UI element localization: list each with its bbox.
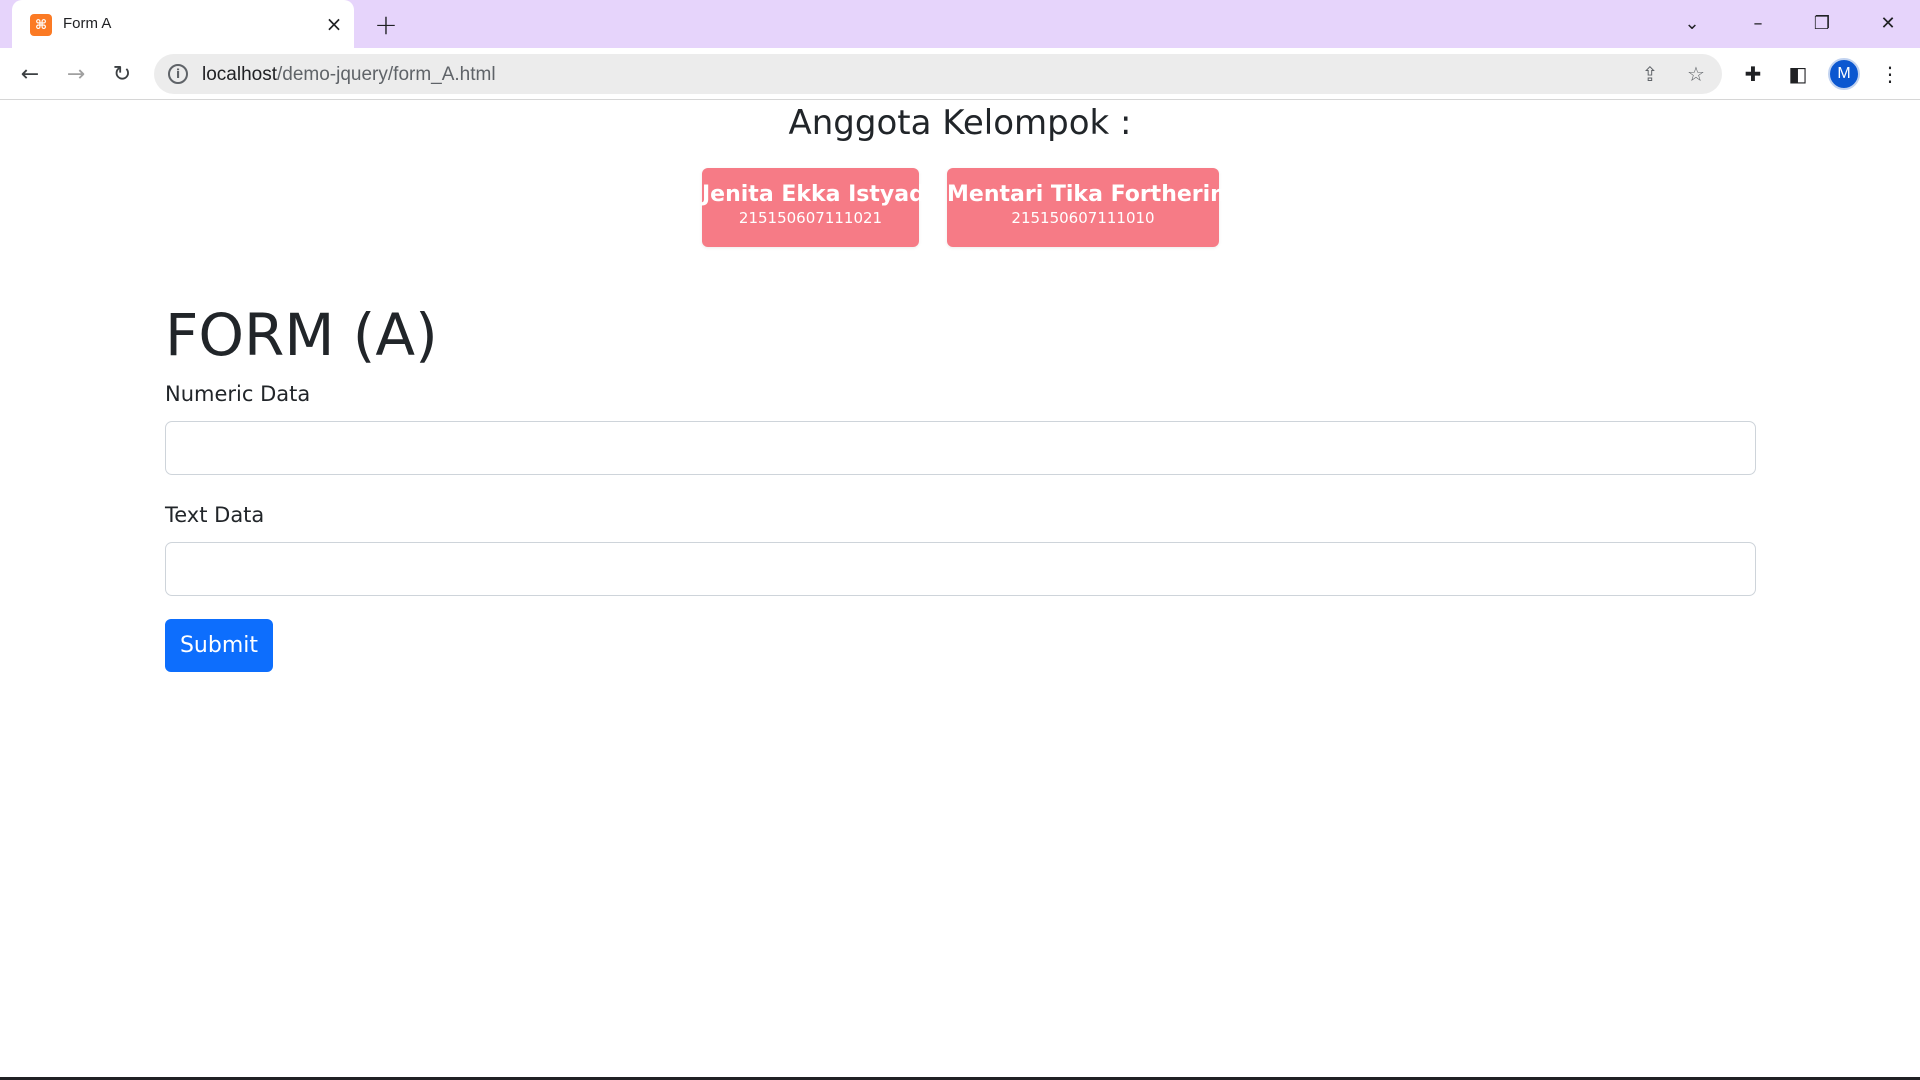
back-arrow-icon[interactable]: ← xyxy=(14,58,46,90)
browser-toolbar: ← → ↻ i localhost/demo-jquery/form_A.htm… xyxy=(0,48,1920,100)
member-card: Mentari Tika Fortherina 215150607111010 xyxy=(947,168,1241,247)
restore-icon[interactable]: ❐ xyxy=(1802,6,1842,40)
member-id: 215150607111010 xyxy=(1011,209,1155,227)
text-data-input[interactable] xyxy=(165,542,1756,596)
more-menu-icon[interactable]: ⋮ xyxy=(1876,60,1904,88)
reload-icon[interactable]: ↻ xyxy=(106,58,138,90)
form-title: FORM (A) xyxy=(165,301,438,369)
bookmark-star-icon[interactable]: ☆ xyxy=(1684,62,1708,86)
tab-title: Form A xyxy=(63,15,112,32)
share-icon[interactable]: ⇪ xyxy=(1638,62,1662,86)
submit-button[interactable]: Submit xyxy=(165,619,273,672)
address-bar[interactable]: i localhost/demo-jquery/form_A.html ⇪ ☆ xyxy=(154,54,1722,94)
forward-arrow-icon[interactable]: → xyxy=(60,58,92,90)
url-host: localhost xyxy=(202,64,277,85)
url-text[interactable]: localhost/demo-jquery/form_A.html xyxy=(202,64,496,86)
close-tab-icon[interactable]: × xyxy=(322,12,346,36)
group-title: Anggota Kelompok : xyxy=(788,103,1132,143)
numeric-data-input[interactable] xyxy=(165,421,1756,475)
side-panel-icon[interactable]: ◧ xyxy=(1784,60,1812,88)
minimize-icon[interactable]: – xyxy=(1738,6,1778,40)
member-id: 215150607111021 xyxy=(738,209,883,227)
new-tab-icon[interactable]: + xyxy=(372,8,400,41)
numeric-data-label: Numeric Data xyxy=(165,382,311,406)
member-card: Jenita Ekka Istyadi 215150607111021 xyxy=(702,168,933,247)
xampp-favicon-icon: ⌘ xyxy=(30,14,52,36)
text-data-label: Text Data xyxy=(165,503,265,527)
tab-strip: ⌘ Form A × + ⌄ – ❐ ✕ xyxy=(0,0,1920,48)
member-name: Mentari Tika Fortherina xyxy=(947,182,1241,207)
active-tab[interactable]: ⌘ Form A × xyxy=(12,0,354,48)
page-content: Anggota Kelompok : Jenita Ekka Istyadi 2… xyxy=(0,101,1920,1076)
close-window-icon[interactable]: ✕ xyxy=(1868,6,1908,40)
extensions-puzzle-icon[interactable]: ✚ xyxy=(1739,60,1767,88)
member-name: Jenita Ekka Istyadi xyxy=(702,182,933,207)
site-info-icon[interactable]: i xyxy=(168,64,188,84)
profile-avatar[interactable]: M xyxy=(1828,58,1860,90)
url-path: /demo-jquery/form_A.html xyxy=(277,64,496,85)
tab-search-chevron-icon[interactable]: ⌄ xyxy=(1672,6,1712,40)
